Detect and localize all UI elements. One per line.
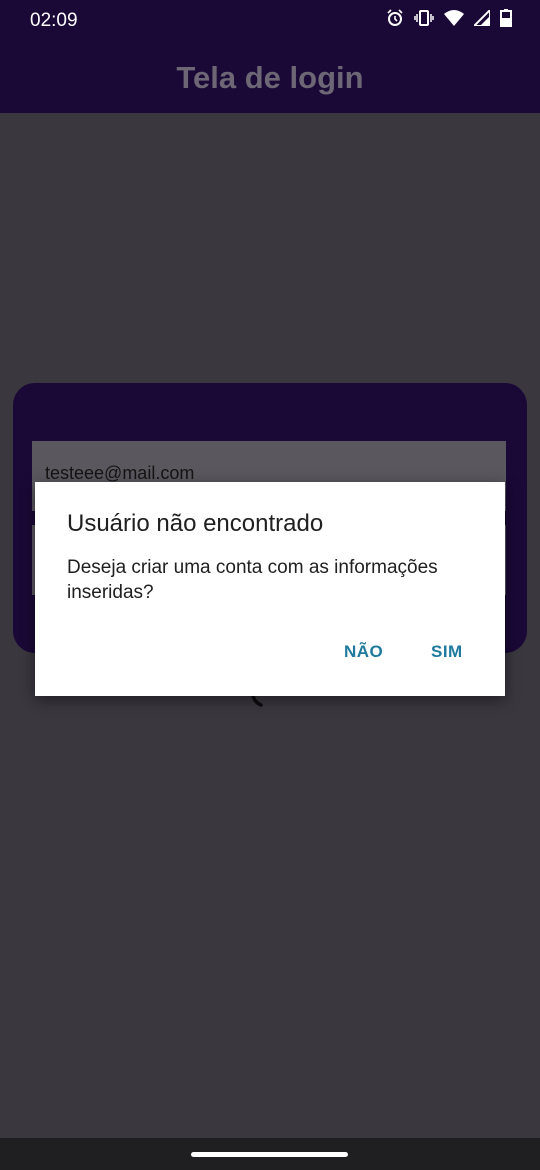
dialog-message: Deseja criar uma conta com as informaçõe… — [67, 557, 438, 603]
user-not-found-dialog: Usuário não encontrado Deseja criar uma … — [35, 482, 505, 696]
page-title: Tela de login — [176, 60, 364, 95]
wifi-icon — [444, 10, 464, 26]
email-value: testeee@mail.com — [45, 463, 195, 483]
yes-button[interactable]: SIM — [431, 642, 463, 662]
navigation-bar — [0, 1138, 540, 1170]
home-gesture-handle[interactable] — [191, 1152, 348, 1157]
status-icons — [386, 9, 512, 27]
status-bar: 02:09 — [0, 0, 540, 40]
vibrate-icon — [414, 9, 434, 27]
app-bar: Tela de login — [0, 40, 540, 113]
no-button[interactable]: NÃO — [344, 642, 383, 662]
dialog-title: Usuário não encontrado — [67, 510, 324, 537]
battery-icon — [500, 9, 512, 27]
status-time: 02:09 — [30, 10, 78, 31]
alarm-icon — [386, 9, 404, 27]
signal-icon — [474, 10, 490, 26]
